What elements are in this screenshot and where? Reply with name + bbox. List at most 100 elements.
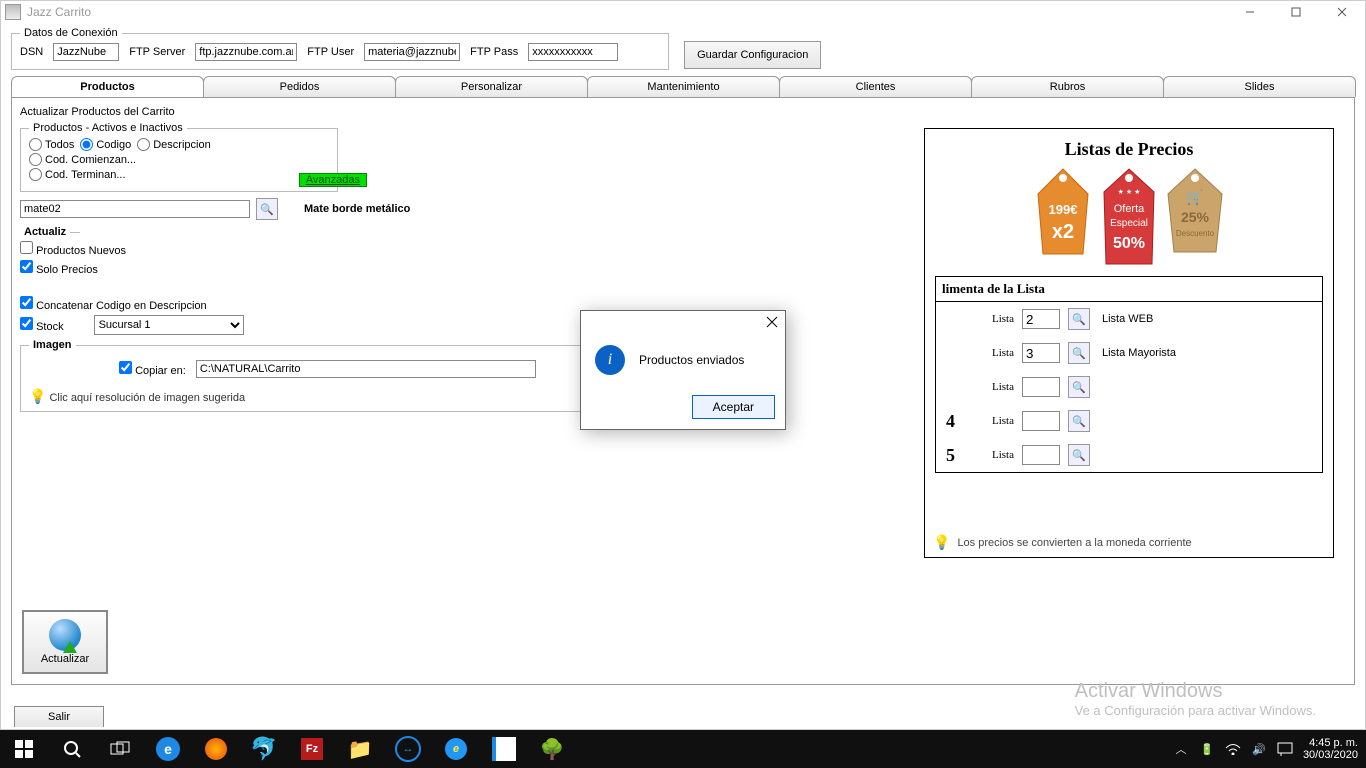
price-row-lookup-button[interactable]: 🔍 bbox=[1068, 444, 1090, 466]
price-row: 4Lista🔍 bbox=[936, 404, 1322, 438]
tab-rubros[interactable]: Rubros bbox=[971, 76, 1164, 97]
taskbar-app-firefox[interactable] bbox=[192, 730, 240, 768]
tab-mantenimiento[interactable]: Mantenimiento bbox=[587, 76, 780, 97]
product-filter-fieldset: Productos - Activos e Inactivos Todos Co… bbox=[20, 122, 338, 192]
radio-codigo[interactable]: Codigo bbox=[80, 138, 131, 151]
tab-productos[interactable]: Productos bbox=[11, 76, 204, 97]
maximize-button[interactable] bbox=[1273, 1, 1319, 23]
check-nuevos[interactable]: Productos Nuevos bbox=[20, 241, 126, 257]
tab-slides[interactable]: Slides bbox=[1163, 76, 1356, 97]
price-row-input[interactable] bbox=[1022, 445, 1060, 465]
imagen-fieldset: Imagen Copiar en: 💡Clic aquí resolución … bbox=[20, 339, 598, 412]
start-button[interactable] bbox=[0, 730, 48, 768]
price-tags-image: 199€x2 ★ ★ ★OfertaEspecial50% 🛒25%Descue… bbox=[935, 164, 1323, 274]
code-input[interactable] bbox=[20, 200, 250, 218]
price-row-lookup-button[interactable]: 🔍 bbox=[1068, 308, 1090, 330]
info-dialog: i Productos enviados Aceptar bbox=[580, 310, 786, 430]
tray-battery-icon[interactable]: 🔋 bbox=[1199, 741, 1215, 757]
connection-legend: Datos de Conexión bbox=[20, 27, 122, 39]
radio-cod-terminan[interactable]: Cod. Terminan... bbox=[29, 168, 126, 181]
titlebar: Jazz Carrito bbox=[1, 1, 1365, 23]
ftpserver-label: FTP Server bbox=[129, 46, 185, 58]
svg-text:Especial: Especial bbox=[1110, 218, 1148, 229]
svg-text:50%: 50% bbox=[1113, 235, 1145, 252]
taskbar-app-ie[interactable]: e bbox=[432, 730, 480, 768]
info-icon: i bbox=[595, 345, 625, 375]
price-row: 5Lista🔍 bbox=[936, 438, 1322, 472]
price-table-header: limenta de la Lista bbox=[936, 277, 1322, 302]
check-precios[interactable]: Solo Precios bbox=[20, 260, 98, 276]
taskbar-app-dolphin[interactable]: 🐬 bbox=[240, 730, 288, 768]
dialog-ok-button[interactable]: Aceptar bbox=[692, 395, 775, 419]
tab-clientes[interactable]: Clientes bbox=[779, 76, 972, 97]
activate-windows-watermark: Activar Windows Ve a Configuración para … bbox=[1075, 680, 1316, 718]
taskview-button[interactable] bbox=[96, 730, 144, 768]
tag-oferta-icon: ★ ★ ★OfertaEspecial50% bbox=[1098, 164, 1160, 274]
svg-text:🛒: 🛒 bbox=[1186, 189, 1203, 206]
tray-wifi-icon[interactable] bbox=[1225, 741, 1241, 757]
dsn-input[interactable] bbox=[53, 43, 119, 61]
ftppass-input[interactable] bbox=[528, 43, 618, 61]
actualiz-fieldset: Actualiz bbox=[20, 226, 80, 238]
svg-text:199€: 199€ bbox=[1049, 202, 1078, 217]
price-row-name: Lista Mayorista bbox=[1102, 347, 1176, 359]
radio-descripcion[interactable]: Descripcion bbox=[137, 138, 210, 151]
currency-hint: 💡Los precios se convierten a la moneda c… bbox=[933, 534, 1192, 551]
price-table: limenta de la Lista Lista 🔍 Lista WEB Lista… bbox=[935, 276, 1323, 473]
sucursal-select[interactable]: Sucursal 1 bbox=[94, 315, 244, 335]
actualizar-button[interactable]: Actualizar bbox=[22, 610, 108, 674]
path-input[interactable] bbox=[196, 360, 536, 378]
price-row-num: 4 bbox=[946, 411, 966, 432]
tray-notifications-icon[interactable] bbox=[1277, 741, 1293, 757]
price-row-input[interactable] bbox=[1022, 377, 1060, 397]
save-config-button[interactable]: Guardar Configuracion bbox=[684, 41, 821, 69]
radio-cod-comienzan[interactable]: Cod. Comienzan... bbox=[29, 153, 136, 166]
bulb-icon: 💡 bbox=[933, 534, 950, 551]
reso-hint[interactable]: Clic aquí resolución de imagen sugerida bbox=[49, 392, 245, 404]
price-row-input[interactable] bbox=[1022, 309, 1060, 329]
ftpuser-label: FTP User bbox=[307, 46, 354, 58]
price-row-num: 5 bbox=[946, 445, 966, 466]
salir-button[interactable]: Salir bbox=[14, 706, 104, 727]
check-copiar[interactable]: Copiar en: bbox=[119, 361, 186, 377]
price-row-input[interactable] bbox=[1022, 411, 1060, 431]
ftpserver-input[interactable] bbox=[195, 43, 297, 61]
price-row-lookup-button[interactable]: 🔍 bbox=[1068, 410, 1090, 432]
dialog-close-button[interactable] bbox=[765, 315, 779, 329]
price-row-lookup-button[interactable]: 🔍 bbox=[1068, 342, 1090, 364]
taskbar-app-tree[interactable]: 🌳 bbox=[528, 730, 576, 768]
radio-todos[interactable]: Todos bbox=[29, 138, 74, 151]
svg-text:★ ★ ★: ★ ★ ★ bbox=[1118, 188, 1141, 196]
globe-upload-icon bbox=[49, 619, 81, 651]
tray-volume-icon[interactable]: 🔊 bbox=[1251, 741, 1267, 757]
tabstrip: Productos Pedidos Personalizar Mantenimi… bbox=[11, 76, 1355, 97]
tab-pedidos[interactable]: Pedidos bbox=[203, 76, 396, 97]
taskbar: e 🐬 Fz 📁 ↔ e 🌳 ︿ 🔋 🔊 4:45 p. m. 30/03/20… bbox=[0, 730, 1366, 768]
taskbar-app-explorer[interactable]: 📁 bbox=[336, 730, 384, 768]
taskbar-clock[interactable]: 4:45 p. m. 30/03/2020 bbox=[1303, 737, 1358, 761]
svg-text:25%: 25% bbox=[1181, 209, 1210, 225]
price-row-label: Lista bbox=[974, 381, 1014, 393]
svg-text:Descuento: Descuento bbox=[1176, 229, 1215, 238]
check-concat[interactable]: Concatenar Codigo en Descripcion bbox=[20, 296, 207, 312]
price-row-input[interactable] bbox=[1022, 343, 1060, 363]
tray-chevron-icon[interactable]: ︿ bbox=[1173, 741, 1189, 757]
dialog-message: Productos enviados bbox=[639, 353, 744, 367]
search-button[interactable] bbox=[48, 730, 96, 768]
taskbar-app-filezilla[interactable]: Fz bbox=[288, 730, 336, 768]
code-lookup-button[interactable]: 🔍 bbox=[256, 198, 278, 220]
price-row-lookup-button[interactable]: 🔍 bbox=[1068, 376, 1090, 398]
taskbar-app-edge[interactable]: e bbox=[144, 730, 192, 768]
tab-personalizar[interactable]: Personalizar bbox=[395, 76, 588, 97]
price-lists-title: Listas de Precios bbox=[935, 139, 1323, 160]
minimize-button[interactable] bbox=[1227, 1, 1273, 23]
check-stock[interactable]: Stock bbox=[20, 317, 64, 333]
taskbar-app-teamviewer[interactable]: ↔ bbox=[384, 730, 432, 768]
taskbar-app-libreoffice[interactable] bbox=[480, 730, 528, 768]
price-row-name: Lista WEB bbox=[1102, 313, 1153, 325]
dsn-label: DSN bbox=[20, 46, 43, 58]
close-button[interactable] bbox=[1319, 1, 1365, 23]
ftpuser-input[interactable] bbox=[364, 43, 460, 61]
avanzadas-link[interactable]: Avanzadas bbox=[299, 173, 367, 187]
price-row: Lista🔍Lista Mayorista bbox=[936, 336, 1322, 370]
